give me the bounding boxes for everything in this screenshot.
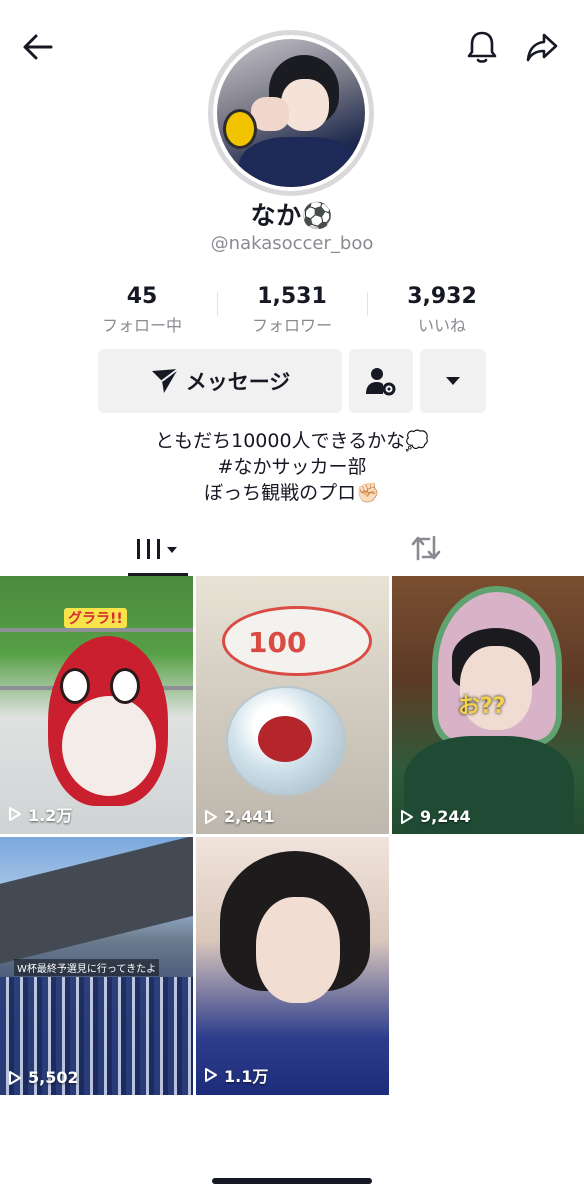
avatar[interactable] <box>217 39 365 187</box>
bio-line: #なかサッカー部 <box>217 456 367 478</box>
video-thumbnail[interactable]: W杯最終予選見に行ってきたよ 5,502 <box>0 837 193 1095</box>
likes-label: いいね <box>417 316 466 335</box>
stat-divider <box>367 292 368 316</box>
profile-stats: 45 フォロー中 1,531 フォロワー 3,932 いいね <box>0 284 584 336</box>
tab-reposts[interactable] <box>404 526 448 570</box>
play-icon <box>204 1067 218 1083</box>
play-icon <box>400 809 414 825</box>
repost-icon <box>411 535 441 561</box>
video-thumbnail[interactable]: お?? 9,244 <box>392 576 584 834</box>
message-button-label: メッセージ <box>185 370 291 394</box>
message-button[interactable]: メッセージ <box>98 349 342 413</box>
bell-icon <box>467 31 497 63</box>
video-thumbnail[interactable]: 1.1万 <box>196 837 389 1095</box>
view-count-value: 9,244 <box>420 807 471 826</box>
profile-bio: ともだち10000人できるかな💭 #なかサッカー部 ぼっち観戦のプロ✊🏻 <box>0 428 584 506</box>
view-count-value: 2,441 <box>224 807 275 826</box>
avatar-ring[interactable] <box>208 30 374 196</box>
video-caption: W杯最終予選見に行ってきたよ <box>14 959 160 976</box>
bio-line: ともだち10000人できるかな💭 <box>155 430 429 452</box>
suggested-accounts-button[interactable] <box>349 349 413 413</box>
send-icon <box>150 367 180 395</box>
view-count: 1.1万 <box>204 1063 268 1087</box>
view-count: 2,441 <box>204 807 275 826</box>
following-stat[interactable]: 45 フォロー中 <box>72 284 212 336</box>
video-thumbnail[interactable]: グララ!! 1.2万 <box>0 576 193 834</box>
followers-label: フォロワー <box>251 316 332 335</box>
video-caption: グララ!! <box>64 608 127 628</box>
share-button[interactable] <box>520 25 564 69</box>
view-count: 1.2万 <box>8 802 72 826</box>
video-caption: 100 <box>248 626 307 659</box>
play-icon <box>8 806 22 822</box>
content-tabs <box>0 522 584 576</box>
bio-line: ぼっち観戦のプロ✊🏻 <box>204 482 380 504</box>
back-arrow-icon <box>23 34 53 60</box>
grid-icon <box>137 539 177 559</box>
more-options-button[interactable] <box>420 349 486 413</box>
caret-down-icon <box>446 377 460 385</box>
following-count: 45 <box>126 284 158 309</box>
likes-count: 3,932 <box>407 284 477 309</box>
home-indicator[interactable] <box>212 1178 372 1184</box>
play-icon <box>204 809 218 825</box>
tab-videos[interactable] <box>128 522 188 576</box>
following-label: フォロー中 <box>101 316 182 335</box>
video-thumbnail[interactable]: 100 2,441 <box>196 576 389 834</box>
followers-count: 1,531 <box>257 284 327 309</box>
share-arrow-icon <box>526 33 558 62</box>
username-handle: @nakasoccer_boo <box>210 233 374 254</box>
view-count: 9,244 <box>400 807 471 826</box>
view-count-value: 5,502 <box>28 1068 79 1087</box>
video-caption: お?? <box>458 694 506 719</box>
back-button[interactable] <box>16 25 60 69</box>
view-count: 5,502 <box>8 1068 79 1087</box>
likes-stat[interactable]: 3,932 いいね <box>372 284 512 336</box>
user-settings-icon <box>366 368 396 396</box>
view-count-value: 1.2万 <box>28 806 73 825</box>
display-name: なか⚽ <box>250 201 334 230</box>
view-count-value: 1.1万 <box>224 1067 269 1086</box>
play-icon <box>8 1070 22 1086</box>
profile-actions: メッセージ <box>0 349 584 413</box>
followers-stat[interactable]: 1,531 フォロワー <box>222 284 362 336</box>
notification-button[interactable] <box>460 25 504 69</box>
stat-divider <box>217 292 218 316</box>
